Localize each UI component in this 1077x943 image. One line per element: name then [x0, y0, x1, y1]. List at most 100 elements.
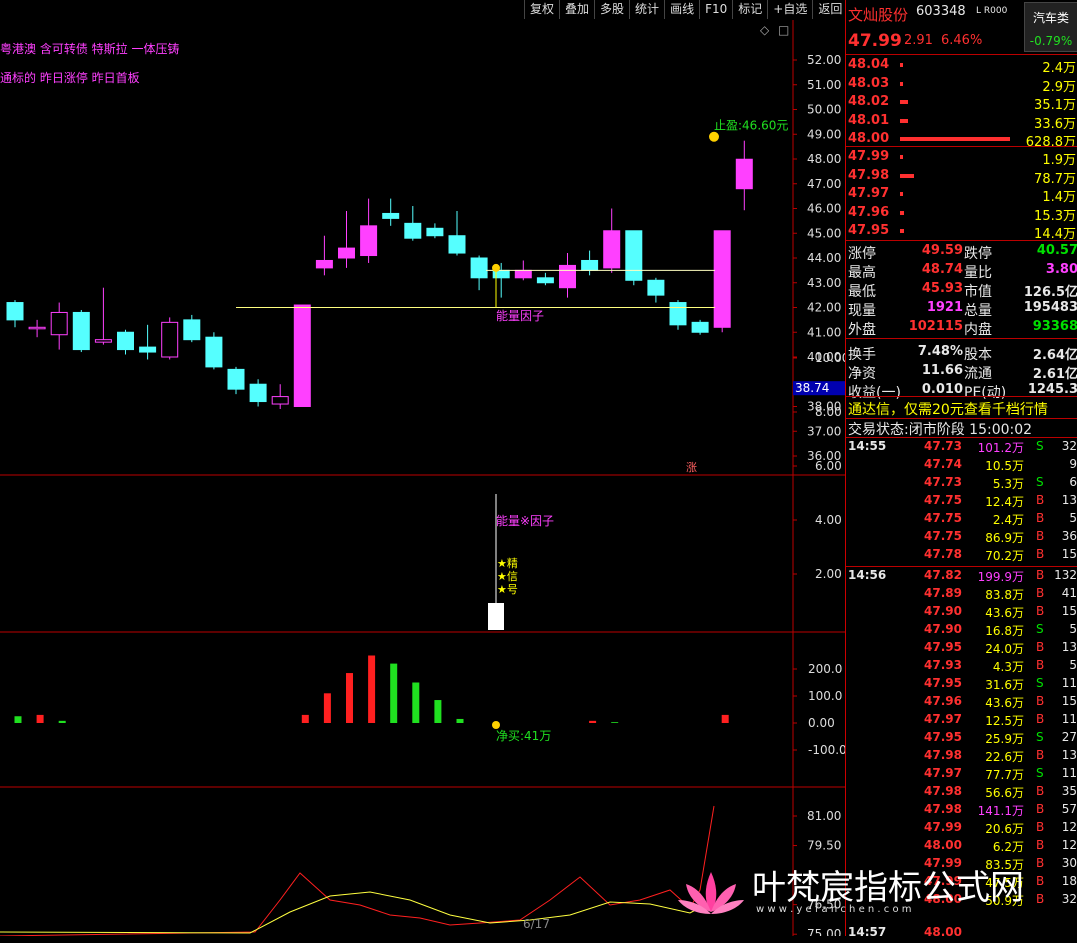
price-tick-label: 52.00: [807, 53, 841, 67]
watermark: 叶梵宸指标公式网 w w w . y e f a n c h e n . c o…: [676, 858, 1056, 928]
trade-price: 47.98: [924, 802, 962, 816]
trade-side: B: [1036, 820, 1045, 834]
ask-row[interactable]: 48.04 2.4万: [846, 57, 1077, 76]
bid-price: 47.99: [848, 149, 890, 164]
trade-volume: 101.2万: [977, 441, 1024, 455]
ask-row[interactable]: 48.02 35.1万: [846, 94, 1077, 113]
ask-row[interactable]: 48.03 2.9万: [846, 75, 1077, 95]
toolbar-button-5[interactable]: F10: [699, 0, 732, 19]
trade-row: 47.95 31.6万 S 11: [846, 676, 1077, 694]
trade-row: 48.00 6.2万 B 12: [846, 838, 1077, 856]
trade-time: 14:56: [848, 568, 887, 582]
net-buy-bar: [14, 716, 22, 723]
trade-side: B: [1036, 658, 1045, 672]
signal-star-0: ★精: [497, 557, 518, 570]
bid-volume-bar: [900, 173, 914, 178]
trade-count: 5: [1069, 658, 1077, 672]
stat-key: 最高: [848, 265, 876, 281]
trade-side: B: [1036, 838, 1045, 852]
trade-price: 47.73: [924, 439, 962, 453]
ask-price: 48.02: [848, 94, 890, 109]
trade-row: 47.97 12.5万 B 11: [846, 712, 1077, 730]
trade-volume: 56.6万: [985, 786, 1024, 800]
toolbar-button-7[interactable]: +自选: [767, 0, 812, 19]
trade-row: 47.98 22.6万 B 13: [846, 748, 1077, 766]
trade-row: 14:56 47.82 199.9万 B 132: [846, 568, 1077, 586]
candle-body: [205, 336, 223, 368]
net-buy-bar: [301, 714, 309, 723]
stat-value: 49.59: [921, 243, 963, 258]
vol-tick-label: 6.00: [815, 459, 842, 473]
toolbar-button-2[interactable]: 多股: [594, 0, 629, 19]
trade-side: S: [1036, 622, 1044, 636]
trade-price: 47.90: [924, 622, 962, 636]
stat-key: 换手: [848, 347, 876, 363]
ask-price: 48.03: [848, 75, 890, 91]
trade-price: 47.97: [924, 712, 962, 726]
candle-body: [94, 339, 112, 343]
stat-value: 40.57: [1036, 243, 1077, 258]
energy-factor-label-2: 能量※因子: [496, 514, 554, 528]
bid-row[interactable]: 47.99 1.9万: [846, 149, 1077, 168]
toolbar-button-3[interactable]: 统计: [629, 0, 664, 19]
trade-volume: 25.9万: [985, 732, 1024, 746]
stat-key: 量比: [964, 265, 992, 281]
ask-volume: 628.8万: [1025, 135, 1076, 150]
bid-volume-bar: [900, 192, 903, 196]
diamond-icon: ◇: [760, 23, 770, 37]
toolbar-button-8[interactable]: 返回: [812, 0, 847, 19]
net-tick-label: -100.0: [808, 743, 845, 757]
trade-price: 47.95: [924, 640, 962, 654]
stop-profit-dot: [709, 131, 719, 142]
toolbar-button-1[interactable]: 叠加: [559, 0, 594, 19]
toolbar-button-0[interactable]: 复权: [524, 0, 559, 19]
chart-toolbar: 复权 叠加 多股 统计 画线 F10 标记 +自选 返回: [524, 0, 847, 20]
trade-price: 47.95: [924, 676, 962, 690]
bid-row[interactable]: 47.95 14.4万: [846, 223, 1077, 242]
trade-side: S: [1036, 475, 1044, 489]
ask-row[interactable]: 48.01 33.6万: [846, 113, 1077, 132]
trade-volume: 31.6万: [985, 678, 1024, 692]
candle-body: [183, 319, 201, 341]
trade-volume: 22.6万: [985, 750, 1024, 764]
net-buy-bar: [456, 718, 464, 723]
bid-row[interactable]: 47.96 15.3万: [846, 205, 1077, 224]
candle-body: [559, 264, 576, 289]
trade-side: B: [1036, 712, 1045, 726]
divider: [846, 437, 1077, 438]
trade-side: S: [1036, 730, 1044, 744]
trade-side: S: [1036, 676, 1044, 690]
candle-body: [315, 259, 333, 269]
trade-side: B: [1036, 748, 1045, 762]
promo-row[interactable]: 通达信，仅需20元查看千档行情: [846, 399, 1077, 418]
watermark-title: 叶梵宸指标公式网: [752, 868, 1024, 908]
price-pct: 6.46%: [941, 33, 983, 48]
trade-row: 47.98 141.1万 B 57: [846, 802, 1077, 820]
candle-body: [647, 279, 665, 296]
bid-row[interactable]: 47.98 78.7万: [846, 168, 1077, 187]
candle-body: [713, 230, 731, 328]
net-buy-bar: [346, 673, 353, 723]
toolbar-button-6[interactable]: 标记: [732, 0, 767, 19]
trade-row: 47.95 24.0万 B 13: [846, 640, 1077, 658]
kline-svg[interactable]: ◇ □ 52.00 51.00 50.00 49.00 48.00 47.00 46.00 45.…: [0, 20, 845, 936]
trade-price: 47.90: [924, 604, 962, 618]
net-buy-bar: [58, 720, 66, 723]
bid-row[interactable]: 47.97 1.4万: [846, 186, 1077, 205]
stat-value: 2.64亿: [1032, 348, 1077, 363]
candle-body: [514, 269, 532, 279]
kline-chart-area[interactable]: 粤港澳 含可转债 特斯拉 一体压铸 通标的 昨日涨停 昨日首板 ◇ □ 52.00 5…: [0, 20, 845, 936]
trade-status: 交易状态:闭市阶段 15:00:02: [848, 422, 1033, 438]
trade-side: B: [1036, 568, 1045, 582]
price-tick-label: 46.00: [807, 202, 841, 216]
bid-volume: 1.4万: [1042, 190, 1076, 205]
stat-row: 最高 48.74 量比 3.80: [846, 262, 1077, 281]
net-buy-dot: [492, 721, 500, 729]
trade-count: 11: [1061, 766, 1077, 780]
energy-factor-dot: [492, 263, 500, 272]
trade-price: 47.82: [924, 568, 962, 582]
trade-volume: 16.8万: [985, 624, 1024, 638]
toolbar-button-4[interactable]: 画线: [664, 0, 699, 19]
trade-price: 47.95: [924, 730, 962, 744]
stock-flags: L R000: [976, 6, 1008, 16]
